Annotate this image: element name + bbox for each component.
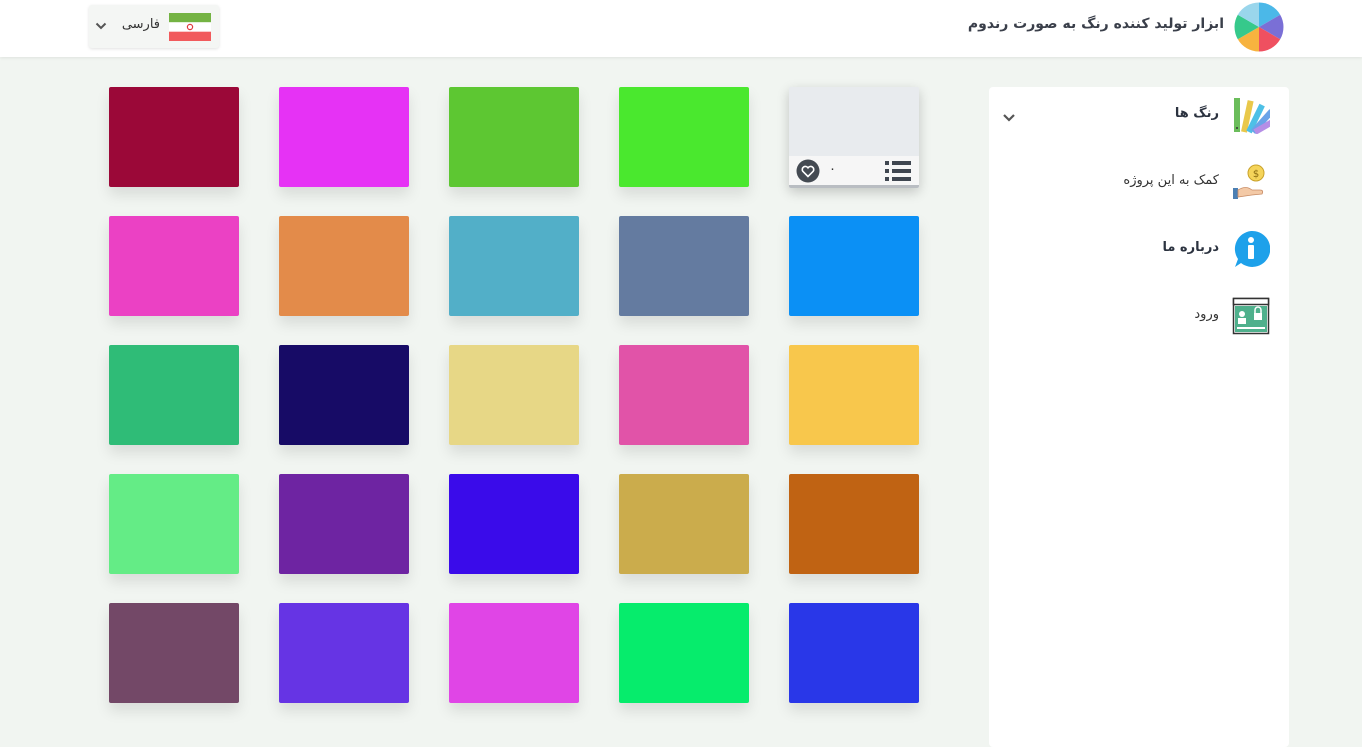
info-icon — [1234, 230, 1270, 267]
sidebar-item-login[interactable]: ورود — [989, 293, 1289, 341]
top-bar: ابزار تولید کننده رنگ به صورت رندوم فارس… — [0, 0, 1362, 57]
language-selector[interactable]: فارسی — [89, 5, 219, 48]
color-swatch[interactable] — [279, 87, 409, 187]
page-title: ابزار تولید کننده رنگ به صورت رندوم — [967, 16, 1224, 32]
color-swatch[interactable] — [619, 87, 749, 187]
color-swatch[interactable] — [449, 216, 579, 316]
sidebar-item-colors[interactable]: رنگ ها — [989, 92, 1289, 140]
color-card-selected[interactable]: ۰ — [789, 87, 919, 188]
color-palette-icon — [1234, 98, 1270, 134]
color-swatch[interactable] — [109, 474, 239, 574]
chevron-down-icon[interactable] — [1002, 113, 1016, 123]
iran-flag-icon — [169, 13, 211, 41]
svg-text:$: $ — [1253, 169, 1259, 180]
color-swatch[interactable] — [109, 87, 239, 187]
chevron-down-icon — [95, 22, 107, 30]
sidebar-item-donate[interactable]: $ کمک به این پروژه — [989, 159, 1289, 207]
color-swatch[interactable] — [619, 474, 749, 574]
color-swatch[interactable] — [279, 474, 409, 574]
sidebar-item-label: کمک به این پروژه — [1123, 173, 1219, 188]
donate-hand-icon: $ — [1233, 164, 1265, 199]
color-swatch[interactable] — [619, 603, 749, 703]
color-swatch[interactable] — [109, 603, 239, 703]
sidebar-item-label: ورود — [1194, 307, 1219, 322]
sidebar-item-label: درباره ما — [1162, 240, 1219, 255]
color-wheel-logo-icon[interactable] — [1234, 2, 1284, 52]
heart-icon[interactable] — [796, 159, 820, 183]
color-swatch[interactable] — [789, 216, 919, 316]
color-swatch[interactable] — [109, 216, 239, 316]
sidebar: رنگ ها $ کمک به این پروژه درباره ما ورود — [989, 87, 1289, 747]
color-swatch[interactable] — [279, 216, 409, 316]
language-label: فارسی — [121, 17, 160, 32]
color-swatch[interactable] — [279, 603, 409, 703]
color-swatch[interactable] — [449, 87, 579, 187]
color-swatch[interactable] — [109, 345, 239, 445]
list-menu-icon[interactable] — [885, 160, 911, 182]
sidebar-item-about[interactable]: درباره ما — [989, 226, 1289, 274]
card-toolbar: ۰ — [789, 156, 919, 188]
color-swatch[interactable] — [449, 603, 579, 703]
color-swatch[interactable] — [789, 603, 919, 703]
color-swatch[interactable] — [279, 345, 409, 445]
sidebar-item-label: رنگ ها — [1174, 106, 1219, 121]
login-icon — [1232, 297, 1270, 335]
color-swatch[interactable] — [619, 345, 749, 445]
color-swatch[interactable] — [789, 345, 919, 445]
likes-count: ۰ — [829, 162, 836, 177]
color-swatch[interactable] — [789, 474, 919, 574]
color-swatch[interactable] — [449, 474, 579, 574]
color-swatch[interactable] — [619, 216, 749, 316]
color-swatch[interactable] — [449, 345, 579, 445]
